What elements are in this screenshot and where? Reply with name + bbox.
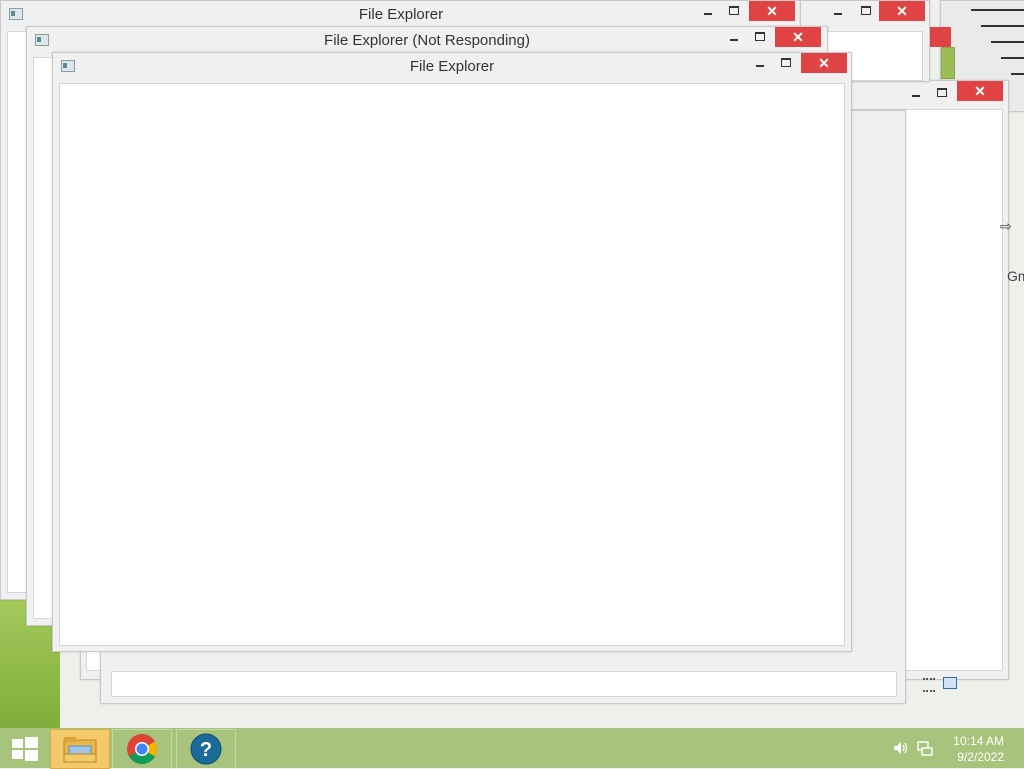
window-title: File Explorer [409,58,495,75]
titlebar[interactable]: File Explorer (Not Responding) ✕ [27,27,827,53]
maximize-button[interactable] [853,1,879,21]
maximize-button[interactable] [773,53,799,73]
close-button[interactable]: ✕ [879,1,925,21]
minimize-button[interactable] [903,83,929,103]
window-content [59,83,845,646]
large-icons-view-icon[interactable] [943,677,957,689]
minimize-icon [1011,73,1024,75]
minimize-button[interactable] [747,53,773,73]
minimize-icon [991,41,1024,43]
background-text-fragment: Gm [1007,268,1024,284]
taskbar-chrome[interactable] [112,729,172,769]
titlebar[interactable]: File Explorer ✕ [53,53,851,79]
details-view-icon[interactable] [923,678,935,692]
minimize-icon [971,9,1024,11]
network-icon[interactable] [916,739,934,757]
window-content [941,47,955,79]
clock-time[interactable]: 10:14 AM [953,734,1004,748]
taskbar-help[interactable]: ? [176,729,236,769]
folder-icon [63,737,97,763]
start-button[interactable] [0,728,48,768]
close-button[interactable]: ✕ [775,27,821,47]
titlebar[interactable]: File Explorer ✕ [1,1,801,27]
speaker-icon[interactable] [892,740,910,756]
forward-arrow-icon[interactable]: ⇨ [1000,218,1012,235]
minimize-button[interactable] [721,27,747,47]
system-tray: 10:14 AM 9/2/2022 [884,728,1024,768]
taskbar-file-explorer[interactable] [50,729,110,769]
desktop: ✕ ⇨ Gm File Explorer ✕ ✕ File Explorer (… [0,0,1024,728]
close-button[interactable]: ✕ [957,81,1003,101]
help-icon: ? [190,733,222,765]
minimize-button[interactable] [695,1,721,21]
taskbar: ? 10:14 AM 9/2/2022 [0,728,1024,769]
minimize-icon [981,25,1024,27]
window-title: File Explorer (Not Responding) [324,32,530,49]
maximize-button[interactable] [721,1,747,21]
maximize-button[interactable] [747,27,773,47]
close-button[interactable]: ✕ [801,53,847,73]
close-button[interactable] [927,27,951,47]
chrome-icon [127,734,158,764]
svg-text:?: ? [200,739,212,761]
window-title: File Explorer [358,6,444,23]
maximize-button[interactable] [929,83,955,103]
minimize-icon [1001,57,1024,59]
minimize-button[interactable] [825,1,851,21]
explorer-window-front[interactable]: File Explorer ✕ [52,52,852,652]
clock-date[interactable]: 9/2/2022 [957,750,1004,764]
windows-logo-icon [12,737,38,761]
window-content [111,671,897,697]
close-button[interactable]: ✕ [749,1,795,21]
